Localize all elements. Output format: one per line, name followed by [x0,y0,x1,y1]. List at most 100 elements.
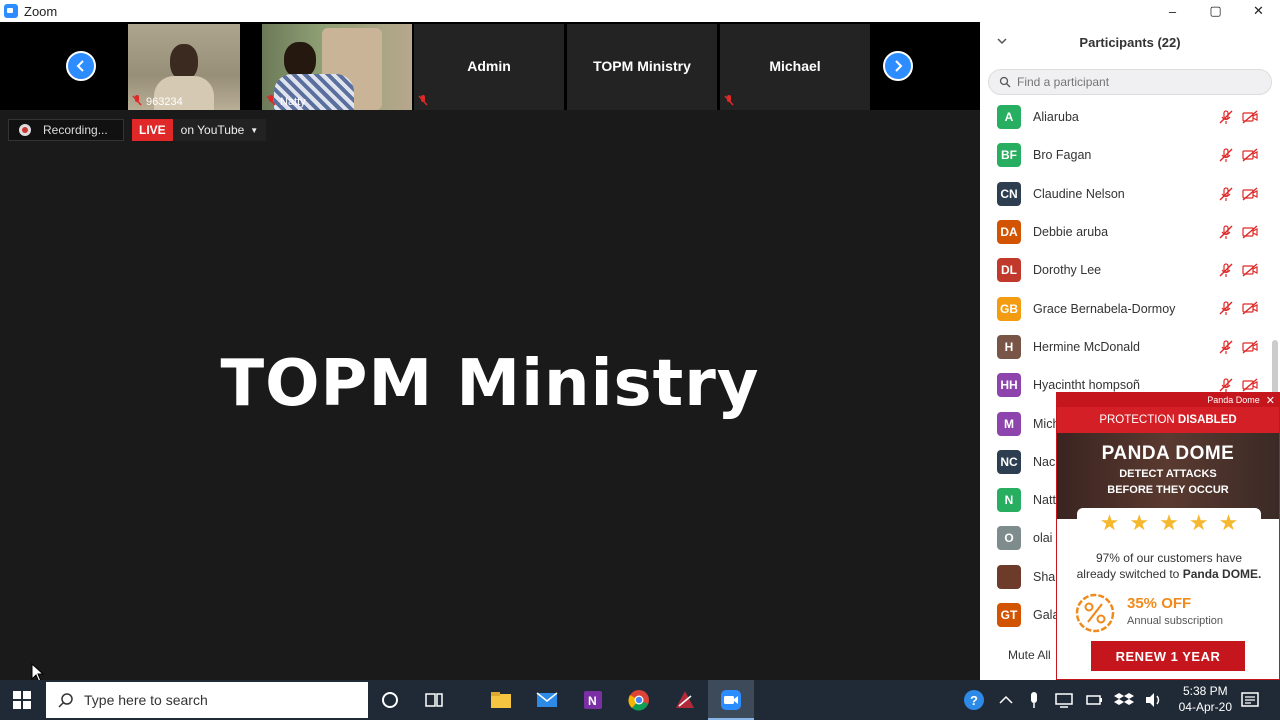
avatar [997,564,1021,589]
video-tile[interactable]: Natty [262,24,412,110]
renew-button[interactable]: RENEW 1 YEAR [1091,641,1245,671]
participant-name: Claudine Nelson [1033,186,1125,201]
close-popup-icon[interactable]: ✕ [1266,394,1275,407]
window-controls: – ▢ ✕ [1151,0,1280,22]
participant-search[interactable] [988,69,1272,95]
participant-row[interactable]: DA Debbie aruba [980,213,1280,251]
tile-name: Michael [769,58,821,74]
maximize-button[interactable]: ▢ [1194,0,1237,22]
live-destination[interactable]: on YouTube ▼ [172,119,267,141]
zoom-taskbar-button[interactable] [708,680,754,720]
active-speaker-name: TOPM Ministry [220,347,760,421]
search-icon [999,76,1011,88]
video-off-icon[interactable] [1242,147,1258,163]
gallery-strip: 963234 Natty Admin TOPM Ministry Michael [0,22,980,110]
popup-source: Panda Dome [1207,395,1260,405]
video-off-icon[interactable] [1242,262,1258,278]
tile-name: Natty [280,96,306,108]
participant-row[interactable]: GB Grace Bernabela-Dormoy [980,289,1280,327]
video-tile[interactable]: 963234 [128,24,240,110]
network-icon[interactable] [1052,688,1076,712]
chevron-right-icon [895,60,903,72]
participant-name: Bro Fagan [1033,148,1092,163]
clock-date: 04-Apr-20 [1178,700,1232,714]
volume-icon[interactable] [1142,688,1166,712]
recording-indicator[interactable]: Recording... [8,119,124,141]
participant-row[interactable]: BF Bro Fagan [980,136,1280,174]
chrome-icon[interactable] [627,688,651,712]
avatar: NC [997,449,1021,474]
video-tile[interactable]: TOPM Ministry [567,24,717,110]
live-stream-indicator[interactable]: LIVE on YouTube ▼ [132,119,267,141]
participant-row[interactable]: CN Claudine Nelson [980,175,1280,213]
task-view-icon[interactable] [422,688,446,712]
tagline-1: DETECT ATTACKS [1119,468,1217,480]
mic-muted-icon[interactable] [1218,109,1234,125]
discount-offer: 35% OFF Annual subscription [1073,591,1273,635]
participant-row[interactable]: A Aliaruba [980,98,1280,136]
video-off-icon[interactable] [1242,109,1258,125]
mic-muted-icon[interactable] [1218,147,1234,163]
star-icon: ★ [1159,510,1179,535]
minimize-button[interactable]: – [1151,0,1194,22]
video-off-icon[interactable] [1242,224,1258,240]
video-tile[interactable]: Admin [414,24,564,110]
video-off-icon[interactable] [1242,186,1258,202]
participant-row[interactable]: H Hermine McDonald [980,328,1280,366]
record-icon [19,124,31,136]
app-icon[interactable] [673,688,697,712]
svg-text:?: ? [970,693,978,708]
participant-name: Natt [1033,493,1056,508]
mic-muted-icon[interactable] [1218,224,1234,240]
mail-icon[interactable] [535,688,559,712]
participant-name: Aliaruba [1033,110,1079,125]
close-button[interactable]: ✕ [1237,0,1280,22]
tray-expand-icon[interactable] [994,688,1018,712]
mic-muted-icon[interactable] [1218,339,1234,355]
participant-row[interactable]: DL Dorothy Lee [980,251,1280,289]
taskbar-search-placeholder: Type here to search [84,692,208,708]
avatar: DA [997,220,1021,245]
start-button[interactable] [0,680,44,720]
mute-all-button[interactable]: Mute All [1008,648,1051,662]
onenote-icon[interactable]: N [581,688,605,712]
system-clock[interactable]: 5:38 PM 04-Apr-20 [1179,683,1232,715]
notifications-icon[interactable] [1238,688,1262,712]
mic-muted-icon[interactable] [1218,377,1234,393]
file-explorer-icon[interactable] [489,688,513,712]
participant-name: Hyacintht hompsoñ [1033,378,1141,393]
video-tile[interactable]: Michael [720,24,870,110]
tile-name: Admin [467,58,511,74]
help-icon[interactable]: ? [962,688,986,712]
avatar: H [997,334,1021,359]
brand-name: PANDA DOME [1101,443,1235,464]
mic-muted-icon[interactable] [1218,262,1234,278]
chevron-left-icon [76,60,84,72]
clock-time: 5:38 PM [1182,684,1228,698]
video-off-icon[interactable] [1242,300,1258,316]
chevron-down-icon[interactable] [996,35,1008,47]
dropbox-icon[interactable] [1112,688,1136,712]
avatar: M [997,411,1021,436]
percent-badge-icon [1075,593,1115,633]
mic-muted-icon [418,95,428,106]
participant-name: Grace Bernabela-Dormoy [1033,301,1176,316]
prev-page-button[interactable] [66,51,96,81]
meeting-view: 963234 Natty Admin TOPM Ministry Michael… [0,22,980,662]
avatar: GT [997,603,1021,627]
protection-status: PROTECTION DISABLED [1057,407,1279,433]
live-badge: LIVE [132,119,173,141]
video-off-icon[interactable] [1242,377,1258,393]
next-page-button[interactable] [883,51,913,81]
video-off-icon[interactable] [1242,339,1258,355]
search-input[interactable] [1017,75,1257,89]
taskbar-search[interactable]: Type here to search [46,682,368,718]
cortana-icon[interactable] [378,688,402,712]
tagline-2: BEFORE THEY OCCUR [1107,484,1229,496]
battery-icon[interactable] [1082,688,1106,712]
mic-muted-icon[interactable] [1218,186,1234,202]
tile-name: TOPM Ministry [593,58,691,74]
microphone-icon[interactable] [1022,688,1046,712]
tile-name: 963234 [146,96,183,108]
mic-muted-icon[interactable] [1218,300,1234,316]
